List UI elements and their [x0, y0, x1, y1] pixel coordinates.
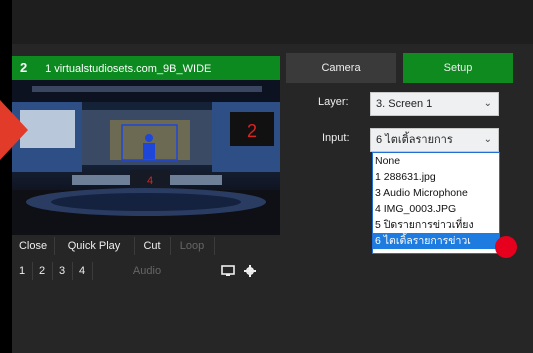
input-preview[interactable]: 2 4 — [12, 80, 280, 235]
layer-select[interactable]: 3. Screen 1 ⌄ — [370, 92, 499, 116]
input-dropdown-list: None 1 288631.jpg 3 Audio Microphone 4 I… — [372, 152, 500, 254]
audio-button[interactable]: Audio — [92, 262, 202, 280]
quick-play-button[interactable]: Quick Play — [54, 237, 135, 255]
camera-tab[interactable]: Camera — [286, 53, 396, 83]
transport-controls: Close Quick Play Cut Loop — [12, 237, 280, 255]
overlay-4-button[interactable]: 4 — [72, 262, 93, 280]
overlay-1-button[interactable]: 1 — [12, 262, 33, 280]
input-option[interactable]: 5 ปิดรายการข่าวเที่ยง — [373, 217, 499, 233]
input-option-selected[interactable]: 6 ไตเติ้ลรายการข่าวเ — [373, 233, 499, 249]
chevron-down-icon: ⌄ — [483, 98, 492, 109]
vmix-input-window: 2 1 virtualstudiosets.com_9B_WIDE 2 4 Cl… — [12, 0, 533, 353]
loop-button[interactable]: Loop — [170, 237, 215, 255]
layer-value: 3. Screen 1 — [376, 98, 433, 110]
input-option[interactable]: 3 Audio Microphone — [373, 185, 499, 201]
pointer-arrow-marker — [0, 100, 28, 160]
overlay-3-button[interactable]: 3 — [52, 262, 73, 280]
input-option[interactable]: 1 288631.jpg — [373, 169, 499, 185]
input-option[interactable]: None — [373, 153, 499, 169]
click-marker-dot — [495, 236, 517, 258]
gear-icon[interactable] — [240, 262, 260, 280]
screen-2-number: 2 — [247, 121, 257, 141]
monitor-icon[interactable] — [217, 262, 239, 280]
input-name: 1 virtualstudiosets.com_9B_WIDE — [45, 63, 212, 75]
layer-label: Layer: — [318, 96, 349, 108]
title-bar — [12, 0, 533, 44]
screen-4-number: 4 — [147, 175, 153, 187]
setup-tab[interactable]: Setup — [403, 53, 513, 83]
input-option[interactable]: 4 IMG_0003.JPG — [373, 201, 499, 217]
input-title-bar[interactable]: 2 1 virtualstudiosets.com_9B_WIDE — [12, 56, 280, 80]
cut-button[interactable]: Cut — [134, 237, 171, 255]
input-label: Input: — [322, 132, 350, 144]
input-value: 6 ไตเติ้ลรายการ — [376, 134, 453, 146]
input-number: 2 — [20, 60, 28, 75]
input-select[interactable]: 6 ไตเติ้ลรายการ ⌄ — [370, 128, 499, 152]
virtual-studio-image: 2 4 — [12, 80, 280, 235]
close-button[interactable]: Close — [12, 237, 55, 255]
chevron-down-icon: ⌄ — [483, 134, 492, 145]
overlay-2-button[interactable]: 2 — [32, 262, 53, 280]
overlay-controls: 1 2 3 4 Audio — [12, 262, 280, 280]
